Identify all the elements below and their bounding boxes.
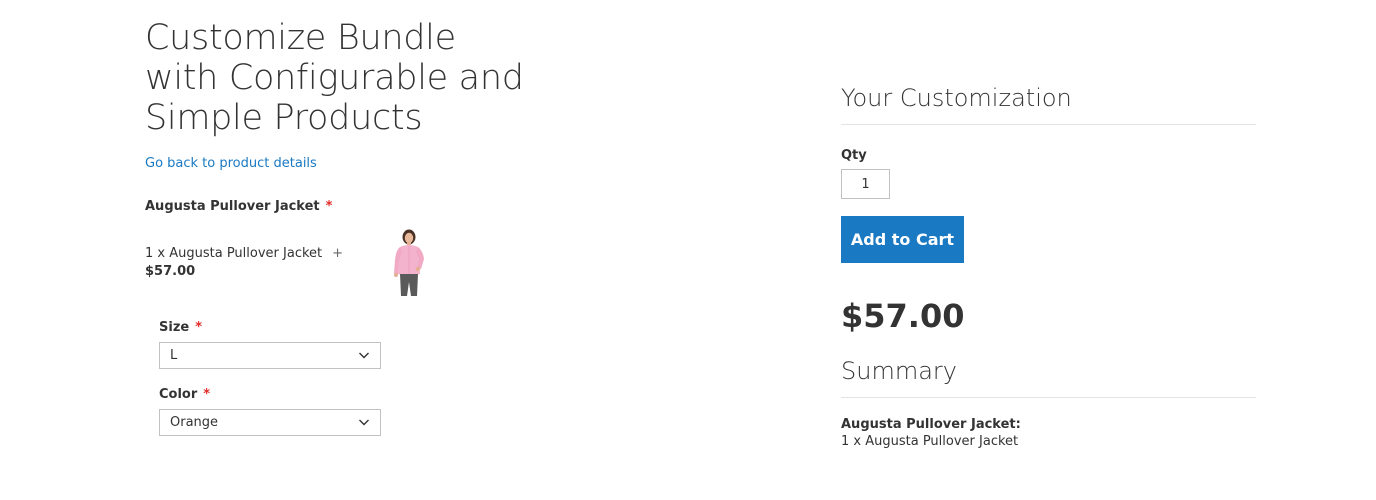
bundle-product-item: 1 x Augusta Pullover Jacket + $57.00	[145, 228, 705, 302]
required-marker: *	[203, 387, 211, 402]
summary-item-value: 1 x Augusta Pullover Jacket	[841, 434, 1019, 449]
product-price: $57.00	[145, 264, 196, 279]
page-title-line-3: Simple Products	[145, 98, 423, 138]
add-to-cart-button[interactable]: Add to Cart	[841, 216, 964, 263]
size-select[interactable]: L	[159, 342, 381, 369]
color-select-value: Orange	[170, 415, 219, 430]
chevron-down-icon	[359, 419, 369, 426]
chevron-down-icon	[359, 352, 369, 359]
size-label: Size *	[159, 320, 705, 335]
page-title-line-1: Customize Bundle	[145, 18, 456, 58]
color-label: Color *	[159, 387, 705, 402]
color-field: Color * Orange	[159, 387, 705, 436]
product-line-text: 1 x Augusta Pullover Jacket	[145, 246, 323, 261]
color-select[interactable]: Orange	[159, 409, 381, 436]
customization-summary-column: Your Customization Qty Add to Cart $57.0…	[841, 84, 1256, 449]
qty-input[interactable]	[841, 169, 890, 199]
required-marker: *	[195, 320, 203, 335]
bundle-option-title: Augusta Pullover Jacket *	[145, 199, 705, 214]
customization-title: Your Customization	[841, 84, 1256, 125]
bundle-options-column: Customize Bundle with Configurable and S…	[145, 18, 705, 436]
product-line: 1 x Augusta Pullover Jacket +	[145, 246, 343, 261]
qty-label: Qty	[841, 148, 867, 163]
page-title: Customize Bundle with Configurable and S…	[145, 18, 545, 138]
summary-item-label: Augusta Pullover Jacket:	[841, 417, 1021, 432]
size-field: Size * L	[159, 320, 705, 369]
back-to-product-link[interactable]: Go back to product details	[145, 156, 317, 171]
product-image	[394, 229, 424, 296]
bundle-customize-page: Customize Bundle with Configurable and S…	[0, 0, 1376, 500]
bundle-option-label: Augusta Pullover Jacket	[145, 199, 320, 214]
summary-title: Summary	[841, 357, 1256, 398]
size-select-value: L	[170, 348, 178, 363]
required-marker: *	[325, 199, 333, 214]
color-label-text: Color	[159, 387, 198, 402]
plus-sign: +	[332, 246, 344, 261]
size-label-text: Size	[159, 320, 190, 335]
page-title-line-2: with Configurable and	[145, 58, 524, 98]
total-price: $57.00	[841, 297, 965, 335]
